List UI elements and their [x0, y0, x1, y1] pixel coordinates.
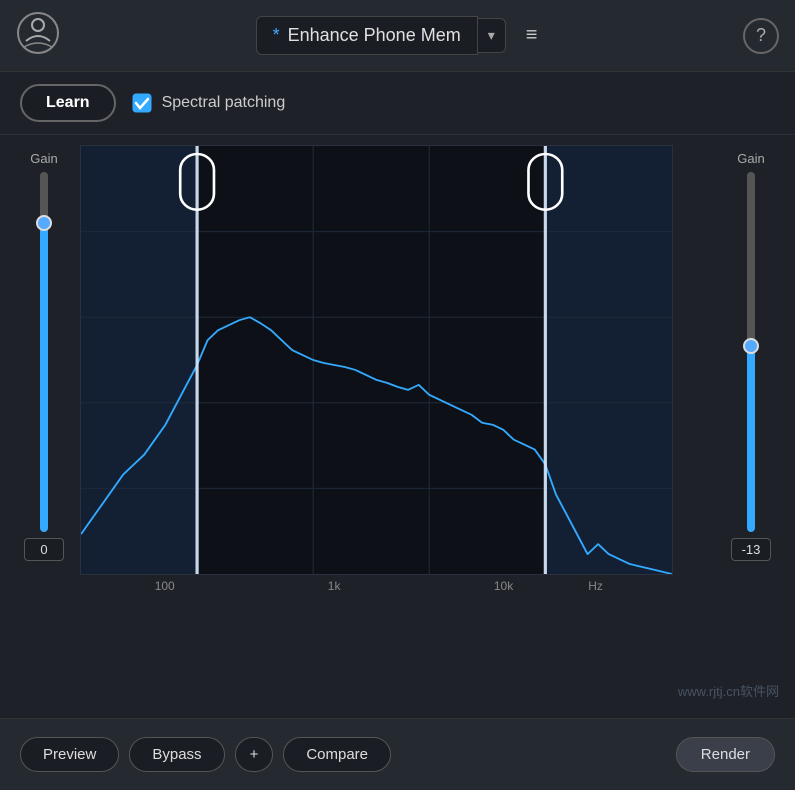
gain-left-thumb[interactable] — [36, 215, 52, 231]
toolbar: Learn Spectral patching — [0, 72, 795, 135]
hamburger-menu-button[interactable]: ≡ — [516, 18, 548, 53]
spectrum-canvas: -20 -40 -60 -80 -100 dB — [80, 145, 673, 575]
preview-button[interactable]: Preview — [20, 737, 119, 772]
preset-asterisk: * — [273, 25, 280, 46]
learn-button[interactable]: Learn — [20, 84, 116, 122]
spectrum-svg — [81, 146, 672, 574]
freq-hz: Hz — [588, 579, 673, 593]
render-button[interactable]: Render — [676, 737, 775, 772]
header-center: * Enhance Phone Mem ▾ ≡ — [256, 16, 548, 55]
bypass-button[interactable]: Bypass — [129, 737, 224, 772]
preset-dropdown-arrow[interactable]: ▾ — [478, 18, 506, 53]
header: * Enhance Phone Mem ▾ ≡ ? — [0, 0, 795, 72]
help-button[interactable]: ? — [743, 18, 779, 54]
preset-button[interactable]: * Enhance Phone Mem — [256, 16, 478, 55]
watermark: www.rjtj.cn软件网 — [678, 681, 779, 700]
spectral-patching-text: Spectral patching — [162, 94, 286, 112]
gain-right-value: -13 — [731, 538, 771, 561]
plus-button[interactable]: + — [235, 737, 274, 772]
preset-name: Enhance Phone Mem — [288, 25, 461, 46]
freq-labels: 100 1k 10k Hz — [80, 575, 673, 597]
gain-right-thumb[interactable] — [743, 338, 759, 354]
bottom-bar: Preview Bypass + Compare Render — [0, 718, 795, 790]
freq-10k: 10k — [419, 579, 588, 593]
gain-slider-left: Gain 0 — [14, 145, 74, 561]
logo — [16, 11, 60, 60]
spectrum-container: -20 -40 -60 -80 -100 dB 100 1k 10k Hz — [80, 145, 673, 605]
freq-1k: 1k — [249, 579, 418, 593]
gain-left-label: Gain — [30, 151, 57, 166]
spectral-patching-checkbox[interactable] — [132, 93, 152, 113]
main-content: Gain 0 — [0, 135, 795, 635]
gain-right-track[interactable] — [744, 172, 758, 532]
gain-right-label: Gain — [737, 151, 764, 166]
gain-left-track[interactable] — [37, 172, 51, 532]
compare-button[interactable]: Compare — [283, 737, 391, 772]
freq-100: 100 — [80, 579, 249, 593]
gain-slider-right: Gain -13 — [721, 145, 781, 561]
gain-left-value: 0 — [24, 538, 64, 561]
spectral-patching-label[interactable]: Spectral patching — [132, 93, 286, 113]
